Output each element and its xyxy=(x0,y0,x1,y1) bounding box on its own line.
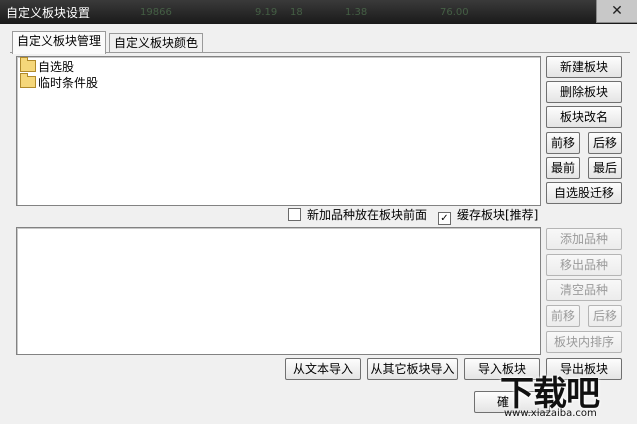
list-item[interactable]: 自选股 xyxy=(20,57,75,75)
background-ticker: 19866 xyxy=(140,7,172,18)
background-ticker: 76.00 xyxy=(440,7,469,18)
folder-icon xyxy=(20,73,36,88)
new-item-front-option[interactable]: 新加品种放在板块前面 xyxy=(288,207,427,223)
block-move-last-button[interactable]: 最后 xyxy=(588,157,622,179)
tab-block-management[interactable]: 自定义板块管理 xyxy=(12,31,107,54)
check-icon: ✓ xyxy=(440,213,449,224)
new-item-front-checkbox[interactable] xyxy=(288,208,301,221)
add-stock-button[interactable]: 添加品种 xyxy=(546,228,622,250)
cache-block-checkbox[interactable]: ✓ xyxy=(438,212,451,225)
stock-move-down-button[interactable]: 后移 xyxy=(588,305,622,327)
stock-list[interactable] xyxy=(16,227,541,355)
list-item[interactable]: 临时条件股 xyxy=(20,73,99,91)
clear-stocks-button[interactable]: 清空品种 xyxy=(546,279,622,301)
tab-label: 自定义板块颜色 xyxy=(114,36,199,50)
list-item-label: 临时条件股 xyxy=(38,76,99,90)
close-icon: ✕ xyxy=(611,3,623,19)
remove-stock-button[interactable]: 移出品种 xyxy=(546,254,622,276)
block-move-up-button[interactable]: 前移 xyxy=(546,132,580,154)
import-from-other-block-button[interactable]: 从其它板块导入 xyxy=(367,358,458,380)
option-label: 新加品种放在板块前面 xyxy=(307,208,428,222)
background-ticker: 1.38 xyxy=(345,7,368,18)
cache-block-option[interactable]: ✓ 缓存板块[推荐] xyxy=(438,207,539,225)
rename-block-button[interactable]: 板块改名 xyxy=(546,106,622,128)
background-ticker: 18 xyxy=(290,7,303,18)
block-move-first-button[interactable]: 最前 xyxy=(546,157,580,179)
close-button[interactable]: ✕ xyxy=(596,0,637,23)
new-block-button[interactable]: 新建板块 xyxy=(546,56,622,78)
migrate-watchlist-button[interactable]: 自选股迁移 xyxy=(546,182,622,204)
site-watermark: 下载吧 www.xiazaiba.com xyxy=(494,366,637,424)
block-list[interactable]: 自选股 临时条件股 xyxy=(16,56,541,206)
watermark-url: www.xiazaiba.com xyxy=(504,408,597,419)
block-move-down-button[interactable]: 后移 xyxy=(588,132,622,154)
tab-label: 自定义板块管理 xyxy=(17,34,102,48)
stock-move-up-button[interactable]: 前移 xyxy=(546,305,580,327)
import-from-text-button[interactable]: 从文本导入 xyxy=(285,358,361,380)
folder-icon xyxy=(20,57,36,72)
sort-in-block-button[interactable]: 板块内排序 xyxy=(546,331,622,353)
delete-block-button[interactable]: 删除板块 xyxy=(546,81,622,103)
option-label: 缓存板块[推荐] xyxy=(457,208,539,222)
window-title: 自定义板块设置 xyxy=(6,6,91,20)
tab-block-color[interactable]: 自定义板块颜色 xyxy=(109,33,204,53)
title-bar: 自定义板块设置 19866 9.19 18 1.38 76.00 ✕ xyxy=(0,0,637,24)
background-ticker: 9.19 xyxy=(255,7,278,18)
list-item-label: 自选股 xyxy=(38,60,75,74)
